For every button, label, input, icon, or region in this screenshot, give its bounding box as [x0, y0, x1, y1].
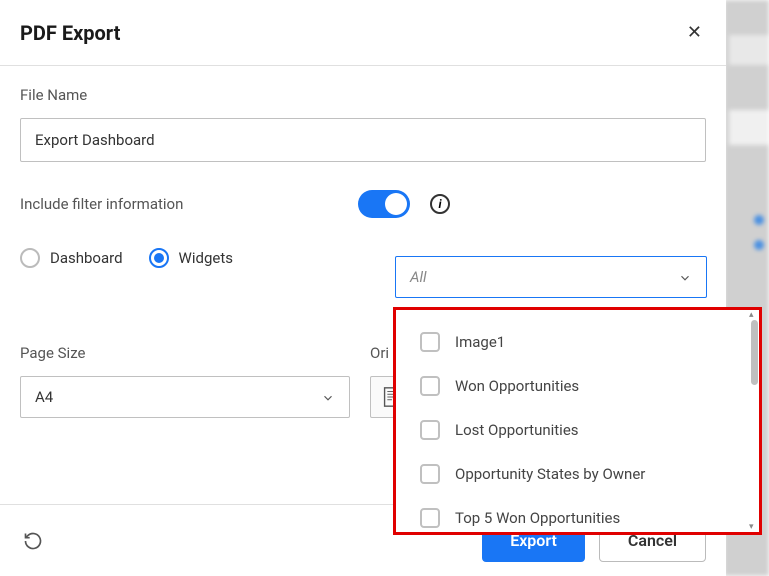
radio-dot — [154, 253, 164, 263]
close-button[interactable]: ✕ — [683, 18, 706, 47]
widgets-dropdown[interactable]: All — [395, 256, 707, 298]
radio-widgets[interactable]: Widgets — [149, 248, 233, 268]
radio-widgets-label: Widgets — [179, 249, 233, 267]
scrollbar-thumb[interactable] — [751, 320, 758, 385]
page-size-select[interactable]: A4 — [20, 376, 350, 418]
widget-option[interactable]: Top 5 Won Opportunities — [396, 496, 759, 532]
page-size-field: Page Size A4 — [20, 344, 350, 418]
widget-list[interactable]: Image1 Won Opportunities Lost Opportunit… — [396, 310, 759, 532]
file-name-label: File Name — [20, 86, 706, 104]
widget-option[interactable]: Lost Opportunities — [396, 408, 759, 452]
radio-dashboard-label: Dashboard — [50, 249, 123, 267]
filter-info-label: Include filter information — [20, 195, 358, 213]
checkbox[interactable] — [420, 508, 440, 528]
chevron-down-icon — [321, 390, 335, 404]
radio-dashboard[interactable]: Dashboard — [20, 248, 123, 268]
info-icon[interactable]: i — [430, 194, 450, 214]
widget-option-label: Opportunity States by Owner — [455, 465, 645, 483]
widget-option-label: Lost Opportunities — [455, 421, 579, 439]
page-size-value: A4 — [35, 388, 53, 406]
checkbox[interactable] — [420, 464, 440, 484]
toggle-knob — [385, 193, 407, 215]
widget-option-label: Top 5 Won Opportunities — [455, 509, 620, 527]
file-name-input[interactable] — [20, 118, 706, 162]
dialog-header: PDF Export ✕ — [0, 0, 726, 66]
reset-button[interactable] — [20, 528, 46, 554]
widget-option-label: Won Opportunities — [455, 377, 579, 395]
widget-option[interactable]: Opportunity States by Owner — [396, 452, 759, 496]
page-size-label: Page Size — [20, 344, 350, 362]
chevron-down-icon — [678, 270, 692, 284]
filter-info-toggle[interactable] — [358, 190, 410, 218]
widget-option[interactable]: Won Opportunities — [396, 364, 759, 408]
widgets-dropdown-placeholder: All — [410, 268, 427, 286]
checkbox[interactable] — [420, 332, 440, 352]
widget-option[interactable]: Image1 — [396, 320, 759, 364]
scroll-arrow-up-icon[interactable]: ▴ — [749, 310, 759, 320]
filter-info-row: Include filter information i — [20, 190, 706, 218]
dialog-title: PDF Export — [20, 21, 120, 45]
widgets-dropdown-panel: Image1 Won Opportunities Lost Opportunit… — [393, 307, 762, 535]
reset-icon — [23, 531, 43, 551]
radio-circle — [149, 248, 169, 268]
checkbox[interactable] — [420, 420, 440, 440]
checkbox[interactable] — [420, 376, 440, 396]
close-icon: ✕ — [687, 22, 702, 43]
radio-circle — [20, 248, 40, 268]
scroll-arrow-down-icon[interactable]: ▾ — [749, 522, 759, 532]
widget-option-label: Image1 — [455, 333, 505, 351]
